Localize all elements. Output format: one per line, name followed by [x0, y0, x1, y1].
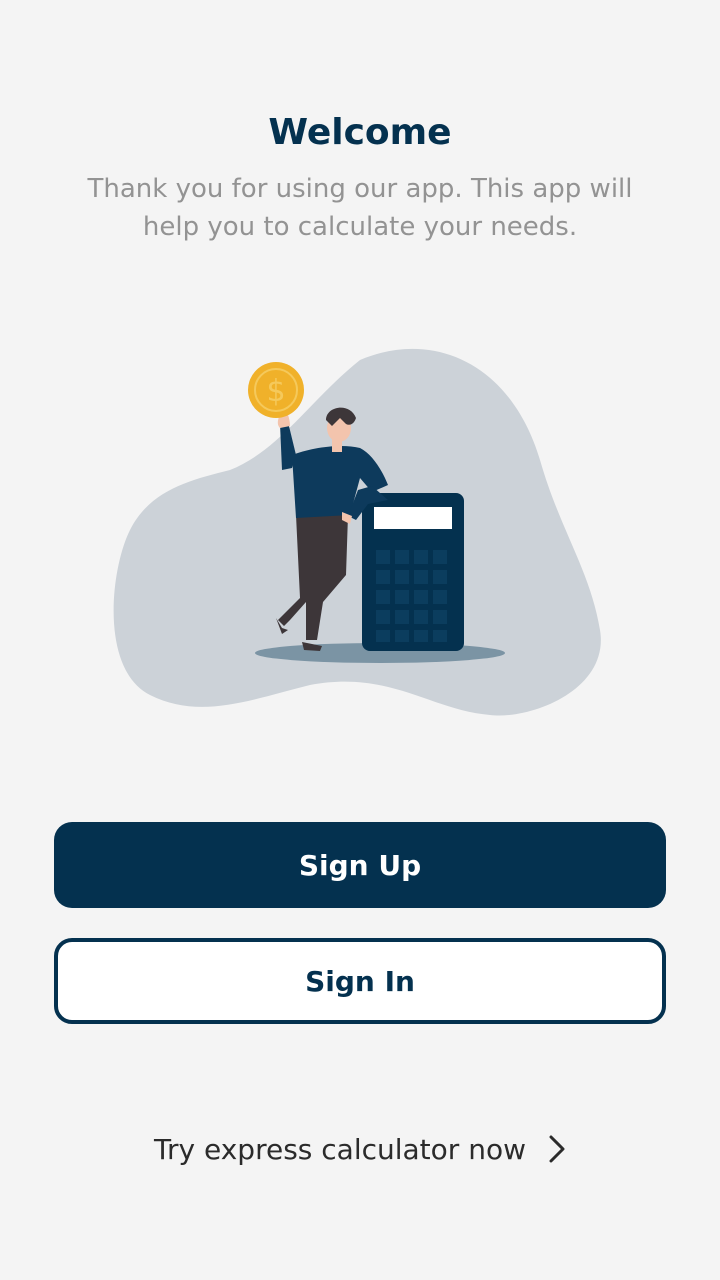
sign-up-button[interactable]: Sign Up — [54, 822, 666, 908]
calculator-icon — [362, 493, 464, 651]
page-title: Welcome — [268, 112, 452, 153]
dollar-coin-icon: $ — [248, 362, 304, 418]
welcome-subtitle: Thank you for using our app. This app wi… — [87, 174, 633, 242]
express-calculator-link[interactable]: Try express calculator now — [0, 1124, 720, 1174]
svg-text:$: $ — [266, 374, 285, 409]
calculator-illustration: $ — [113, 348, 601, 716]
chevron-right-icon — [549, 1135, 565, 1163]
express-calculator-label: Try express calculator now — [154, 1132, 526, 1166]
sign-in-button[interactable]: Sign In — [54, 938, 666, 1024]
